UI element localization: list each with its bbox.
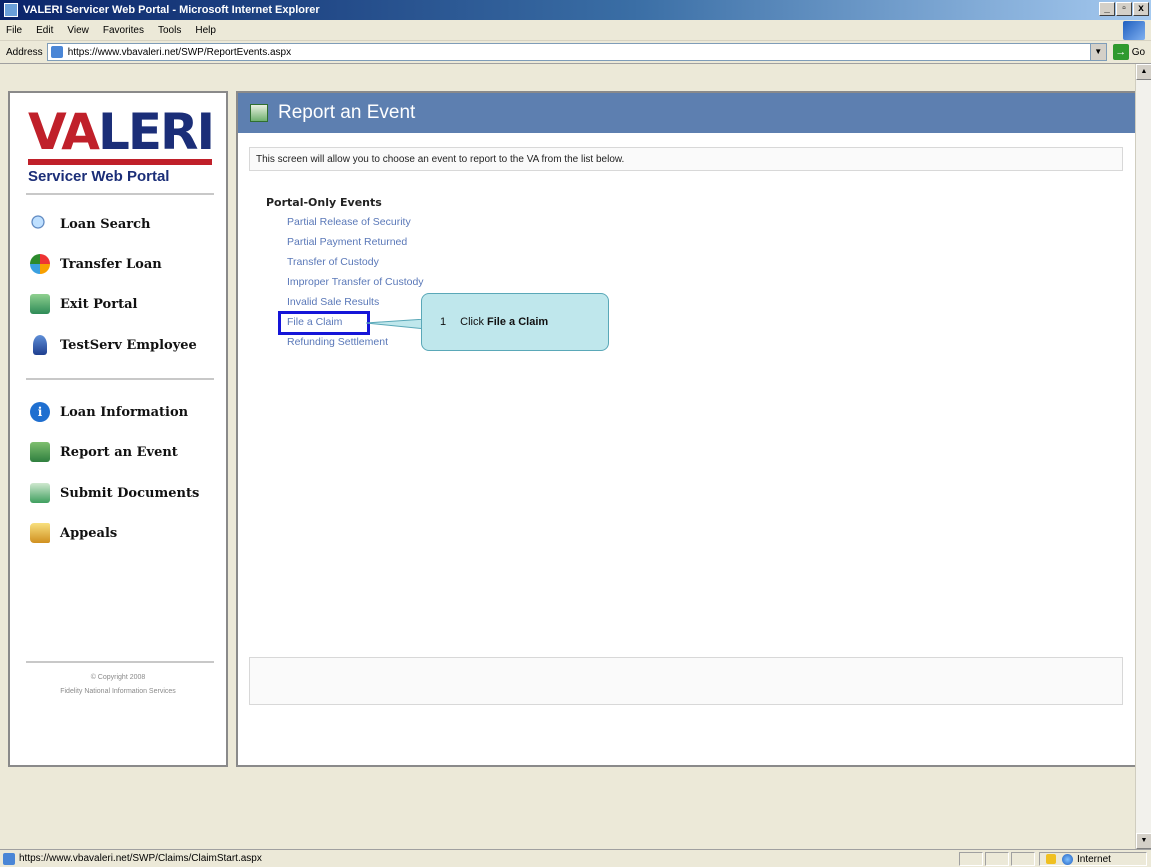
- windows-logo-icon: [1123, 21, 1145, 40]
- instruction-callout: 1 Click File a Claim: [421, 293, 609, 351]
- sidebar-item-label: Report an Event: [60, 444, 178, 460]
- security-zone: Internet: [1039, 852, 1147, 866]
- section-heading: Portal-Only Events: [266, 196, 382, 209]
- menu-help[interactable]: Help: [195, 25, 216, 36]
- sidebar-divider: [26, 193, 214, 195]
- sidebar-item-exit-portal[interactable]: Exit Portal: [30, 293, 137, 315]
- sidebar-item-label: Loan Search: [60, 216, 151, 232]
- search-icon: [30, 214, 50, 234]
- event-link-improper-transfer[interactable]: Improper Transfer of Custody: [287, 272, 424, 292]
- sidebar-divider: [26, 378, 214, 380]
- ie-app-icon: [4, 3, 18, 17]
- address-bar: Address https://www.vbavaleri.net/SWP/Re…: [0, 41, 1151, 64]
- appeals-icon: [30, 523, 50, 543]
- submit-icon: [30, 483, 50, 503]
- sidebar-item-submit-documents[interactable]: Submit Documents: [30, 482, 199, 504]
- menu-file[interactable]: File: [6, 25, 22, 36]
- logo-subtitle: Servicer Web Portal: [28, 168, 170, 185]
- address-url: https://www.vbavaleri.net/SWP/ReportEven…: [67, 46, 292, 58]
- page-icon: [3, 852, 15, 865]
- info-icon: i: [30, 402, 50, 422]
- page-icon: [50, 46, 63, 58]
- window-controls: _ ▫ x: [1099, 2, 1149, 16]
- sidebar-item-loan-information[interactable]: i Loan Information: [30, 401, 188, 423]
- event-link-partial-release[interactable]: Partial Release of Security: [287, 212, 424, 232]
- sidebar-item-label: Exit Portal: [60, 296, 138, 312]
- status-panes: [959, 852, 1035, 866]
- go-button[interactable]: → Go: [1112, 44, 1146, 60]
- globe-icon: [1062, 853, 1073, 865]
- menu-view[interactable]: View: [67, 25, 89, 36]
- callout-step-number: 1: [440, 316, 447, 328]
- main-panel: Report an Event This screen will allow y…: [236, 91, 1138, 767]
- transfer-icon: [30, 254, 50, 274]
- status-bar: https://www.vbavaleri.net/SWP/Claims/Cla…: [0, 849, 1151, 867]
- instruction-box: This screen will allow you to choose an …: [249, 147, 1123, 171]
- user-icon: [33, 335, 47, 355]
- vertical-scrollbar[interactable]: ▲ ▼: [1135, 64, 1151, 849]
- file-a-claim-highlight: [278, 311, 370, 335]
- scroll-up-button[interactable]: ▲: [1136, 64, 1151, 80]
- event-link-invalid-sale-results[interactable]: Invalid Sale Results: [287, 292, 424, 312]
- sidebar-item-label: Loan Information: [60, 404, 189, 420]
- page-header: Report an Event: [238, 93, 1136, 133]
- go-label: Go: [1131, 46, 1146, 58]
- sidebar: VALERI Servicer Web Portal Loan Search T…: [8, 91, 228, 767]
- callout-target: File a Claim: [487, 316, 549, 328]
- status-url: https://www.vbavaleri.net/SWP/Claims/Cla…: [19, 853, 262, 864]
- menu-favorites[interactable]: Favorites: [103, 25, 144, 36]
- sidebar-item-loan-search[interactable]: Loan Search: [30, 213, 151, 235]
- sidebar-item-label: Submit Documents: [60, 485, 200, 501]
- page-title: Report an Event: [278, 102, 416, 123]
- status-pane: [1011, 852, 1035, 866]
- copyright: © Copyright 2008 Fidelity National Infor…: [10, 671, 226, 699]
- callout-prefix: Click: [460, 316, 488, 328]
- callout-text: Click File a Claim: [460, 316, 548, 328]
- status-pane: [959, 852, 983, 866]
- copyright-line: © Copyright 2008: [90, 674, 146, 681]
- report-icon: [250, 104, 268, 122]
- browser-viewport: VALERI Servicer Web Portal Loan Search T…: [0, 64, 1151, 849]
- window-title-bar: VALERI Servicer Web Portal - Microsoft I…: [0, 0, 1151, 20]
- address-label: Address: [6, 46, 43, 58]
- address-input[interactable]: https://www.vbavaleri.net/SWP/ReportEven…: [46, 43, 1107, 61]
- minimize-button[interactable]: _: [1099, 2, 1115, 16]
- valeri-logo: VALERI Servicer Web Portal: [28, 107, 215, 187]
- event-link-partial-payment-returned[interactable]: Partial Payment Returned: [287, 232, 424, 252]
- exit-icon: [30, 294, 50, 314]
- sidebar-item-employee[interactable]: TestServ Employee: [30, 334, 197, 356]
- sidebar-divider: [26, 661, 214, 663]
- sidebar-item-report-an-event[interactable]: Report an Event: [30, 441, 178, 463]
- sidebar-item-appeals[interactable]: Appeals: [30, 522, 117, 544]
- lock-icon: [1046, 854, 1056, 864]
- zone-label: Internet: [1077, 853, 1111, 865]
- report-icon: [30, 442, 50, 462]
- close-button[interactable]: x: [1133, 2, 1149, 16]
- event-link-transfer-of-custody[interactable]: Transfer of Custody: [287, 252, 424, 272]
- event-link-refunding-settlement[interactable]: Refunding Settlement: [287, 332, 424, 352]
- menu-tools[interactable]: Tools: [158, 25, 181, 36]
- copyright-company: Fidelity National Information Services: [60, 688, 176, 695]
- logo-wordmark: VALERI: [28, 107, 215, 157]
- window-title: VALERI Servicer Web Portal - Microsoft I…: [23, 4, 320, 16]
- footer-box: [249, 657, 1123, 705]
- status-pane: [985, 852, 1009, 866]
- instruction-text: This screen will allow you to choose an …: [256, 153, 625, 165]
- sidebar-item-label: Appeals: [60, 525, 118, 541]
- sidebar-item-label: TestServ Employee: [60, 337, 197, 353]
- menu-edit[interactable]: Edit: [36, 25, 53, 36]
- scroll-down-button[interactable]: ▼: [1136, 833, 1151, 849]
- restore-button[interactable]: ▫: [1116, 2, 1132, 16]
- sidebar-item-transfer-loan[interactable]: Transfer Loan: [30, 253, 162, 275]
- callout-pointer: [366, 319, 426, 329]
- logo-rest: LERI: [98, 103, 215, 161]
- menu-bar: File Edit View Favorites Tools Help: [0, 20, 1151, 41]
- logo-va: VA: [28, 103, 100, 161]
- sidebar-item-label: Transfer Loan: [60, 256, 162, 272]
- go-arrow-icon: →: [1112, 44, 1129, 60]
- address-dropdown-button[interactable]: ▼: [1089, 44, 1106, 60]
